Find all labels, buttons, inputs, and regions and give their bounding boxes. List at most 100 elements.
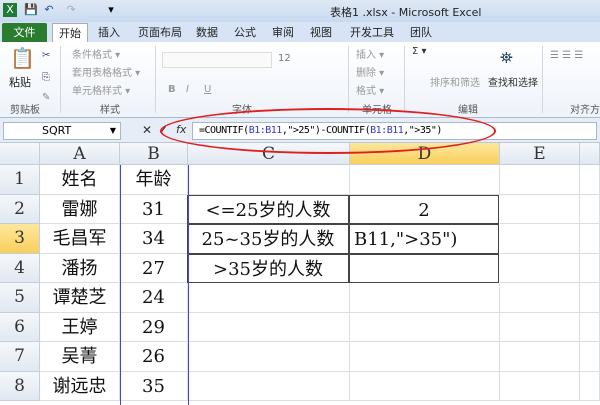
cell-c5[interactable] (188, 283, 350, 313)
cell-b1[interactable]: 年龄 (120, 165, 188, 195)
undo-icon[interactable]: ↶ (42, 3, 56, 17)
cell-d4[interactable] (349, 253, 499, 283)
sort-filter-button[interactable]: 排序和筛选 (430, 74, 480, 89)
insert-cells-button[interactable]: 插入 ▾ (356, 46, 384, 61)
bold-button[interactable]: B (168, 84, 176, 95)
row-header-2[interactable]: 2 (0, 194, 40, 224)
enter-icon[interactable]: ✓ (158, 123, 168, 137)
find-select-button[interactable]: 查找和选择 (488, 74, 538, 89)
tab-view[interactable]: 视图 (304, 23, 338, 42)
cell-d6[interactable] (350, 312, 500, 342)
column-header-e[interactable]: E (500, 143, 580, 165)
cell-b7[interactable]: 26 (120, 342, 188, 372)
column-header-b[interactable]: B (120, 143, 188, 165)
conditional-formatting-button[interactable]: 条件格式 ▾ (72, 46, 120, 61)
cell-b4[interactable]: 27 (120, 253, 188, 283)
autosum-button[interactable]: Σ ▾ (412, 46, 427, 57)
redo-icon[interactable]: ↷ (64, 3, 78, 17)
cell-d7[interactable] (350, 342, 500, 372)
cell-styles-button[interactable]: 单元格样式 ▾ (72, 82, 130, 97)
format-as-table-button[interactable]: 套用表格格式 ▾ (72, 64, 140, 79)
cell-b6[interactable]: 29 (120, 312, 188, 342)
cell-c3[interactable]: 25~35岁的人数 (187, 224, 349, 254)
column-header-f[interactable] (580, 143, 600, 165)
cell-d1[interactable] (350, 165, 500, 195)
format-painter-icon[interactable]: ✎ (42, 92, 50, 103)
tab-review[interactable]: 审阅 (266, 23, 300, 42)
row-header-6[interactable]: 6 (0, 312, 40, 342)
paste-icon[interactable]: 📋 (10, 46, 35, 70)
cell-e3[interactable] (500, 224, 580, 254)
cell-a7[interactable]: 吴菁 (40, 342, 120, 372)
tab-insert[interactable]: 插入 (92, 23, 126, 42)
cell-b3[interactable]: 34 (120, 224, 188, 254)
cell-f2[interactable] (580, 194, 600, 224)
cell-a5[interactable]: 谭楚芝 (40, 283, 120, 313)
cell-e1[interactable] (500, 165, 580, 195)
cell-f7[interactable] (580, 342, 600, 372)
cell-b5[interactable]: 24 (120, 283, 188, 313)
name-box[interactable]: SQRT ▼ (3, 122, 121, 140)
cell-c2[interactable]: <=25岁的人数 (187, 194, 349, 224)
cell-e6[interactable] (500, 312, 580, 342)
cell-a2[interactable]: 雷娜 (40, 194, 120, 224)
cell-c1[interactable] (188, 165, 350, 195)
cell-f3[interactable] (580, 224, 600, 254)
row-header-3[interactable]: 3 (0, 224, 40, 254)
cut-icon[interactable]: ✂ (42, 50, 50, 61)
tab-developer[interactable]: 开发工具 (344, 23, 400, 42)
column-header-a[interactable]: A (40, 143, 120, 165)
cell-a1[interactable]: 姓名 (40, 165, 120, 195)
cell-f4[interactable] (580, 253, 600, 283)
column-header-c[interactable]: C (188, 143, 350, 165)
cell-e8[interactable] (500, 371, 580, 401)
cell-c7[interactable] (188, 342, 350, 372)
paste-button[interactable]: 粘贴 (9, 74, 31, 90)
cell-d3[interactable]: B11,">35") (349, 224, 499, 254)
cell-a3[interactable]: 毛昌军 (40, 224, 120, 254)
delete-cells-button[interactable]: 删除 ▾ (356, 64, 384, 79)
tab-data[interactable]: 数据 (190, 23, 224, 42)
select-all-button[interactable] (0, 143, 40, 165)
cell-e5[interactable] (500, 283, 580, 313)
cell-c6[interactable] (188, 312, 350, 342)
cell-f8[interactable] (580, 371, 600, 401)
cell-c8[interactable] (188, 371, 350, 401)
cell-d2[interactable]: 2 (349, 194, 499, 224)
cell-f1[interactable] (580, 165, 600, 195)
cell-e2[interactable] (500, 194, 580, 224)
cell-b2[interactable]: 31 (120, 194, 188, 224)
row-header-5[interactable]: 5 (0, 283, 40, 313)
tab-page-layout[interactable]: 页面布局 (132, 23, 188, 42)
cell-e7[interactable] (500, 342, 580, 372)
customize-toolbar-icon[interactable]: ▾ (104, 3, 118, 17)
tab-file[interactable]: 文件 (2, 23, 47, 42)
cell-f6[interactable] (580, 312, 600, 342)
save-icon[interactable]: 💾 (24, 3, 38, 17)
tab-home[interactable]: 开始 (52, 23, 88, 42)
tab-team[interactable]: 团队 (404, 23, 438, 42)
cancel-icon[interactable]: ✕ (142, 123, 152, 137)
column-header-d[interactable]: D (350, 143, 500, 165)
formula-input[interactable]: =COUNTIF(B1:B11,">25")-COUNTIF(B1:B11,">… (192, 122, 597, 140)
cell-e4[interactable] (500, 253, 580, 283)
row-header-1[interactable]: 1 (0, 165, 40, 195)
cell-d5[interactable] (350, 283, 500, 313)
tab-formulas[interactable]: 公式 (228, 23, 262, 42)
underline-button[interactable]: U (204, 84, 211, 95)
insert-function-icon[interactable]: fx (176, 123, 186, 136)
font-name-select[interactable] (162, 52, 272, 68)
row-header-4[interactable]: 4 (0, 253, 40, 283)
cell-a8[interactable]: 谢远忠 (40, 371, 120, 401)
chevron-down-icon[interactable]: ▼ (110, 123, 116, 139)
align-icons[interactable]: ☰ ☰ ☰ (550, 50, 583, 61)
italic-button[interactable]: I (186, 84, 189, 95)
font-size-select[interactable]: 12 (278, 53, 291, 64)
cell-d8[interactable] (350, 371, 500, 401)
copy-icon[interactable]: ⎘ (42, 72, 50, 83)
row-header-8[interactable]: 8 (0, 371, 40, 401)
format-cells-button[interactable]: 格式 ▾ (356, 82, 384, 97)
cell-b8[interactable]: 35 (120, 371, 188, 401)
cell-a6[interactable]: 王婷 (40, 312, 120, 342)
cell-a4[interactable]: 潘扬 (40, 253, 120, 283)
